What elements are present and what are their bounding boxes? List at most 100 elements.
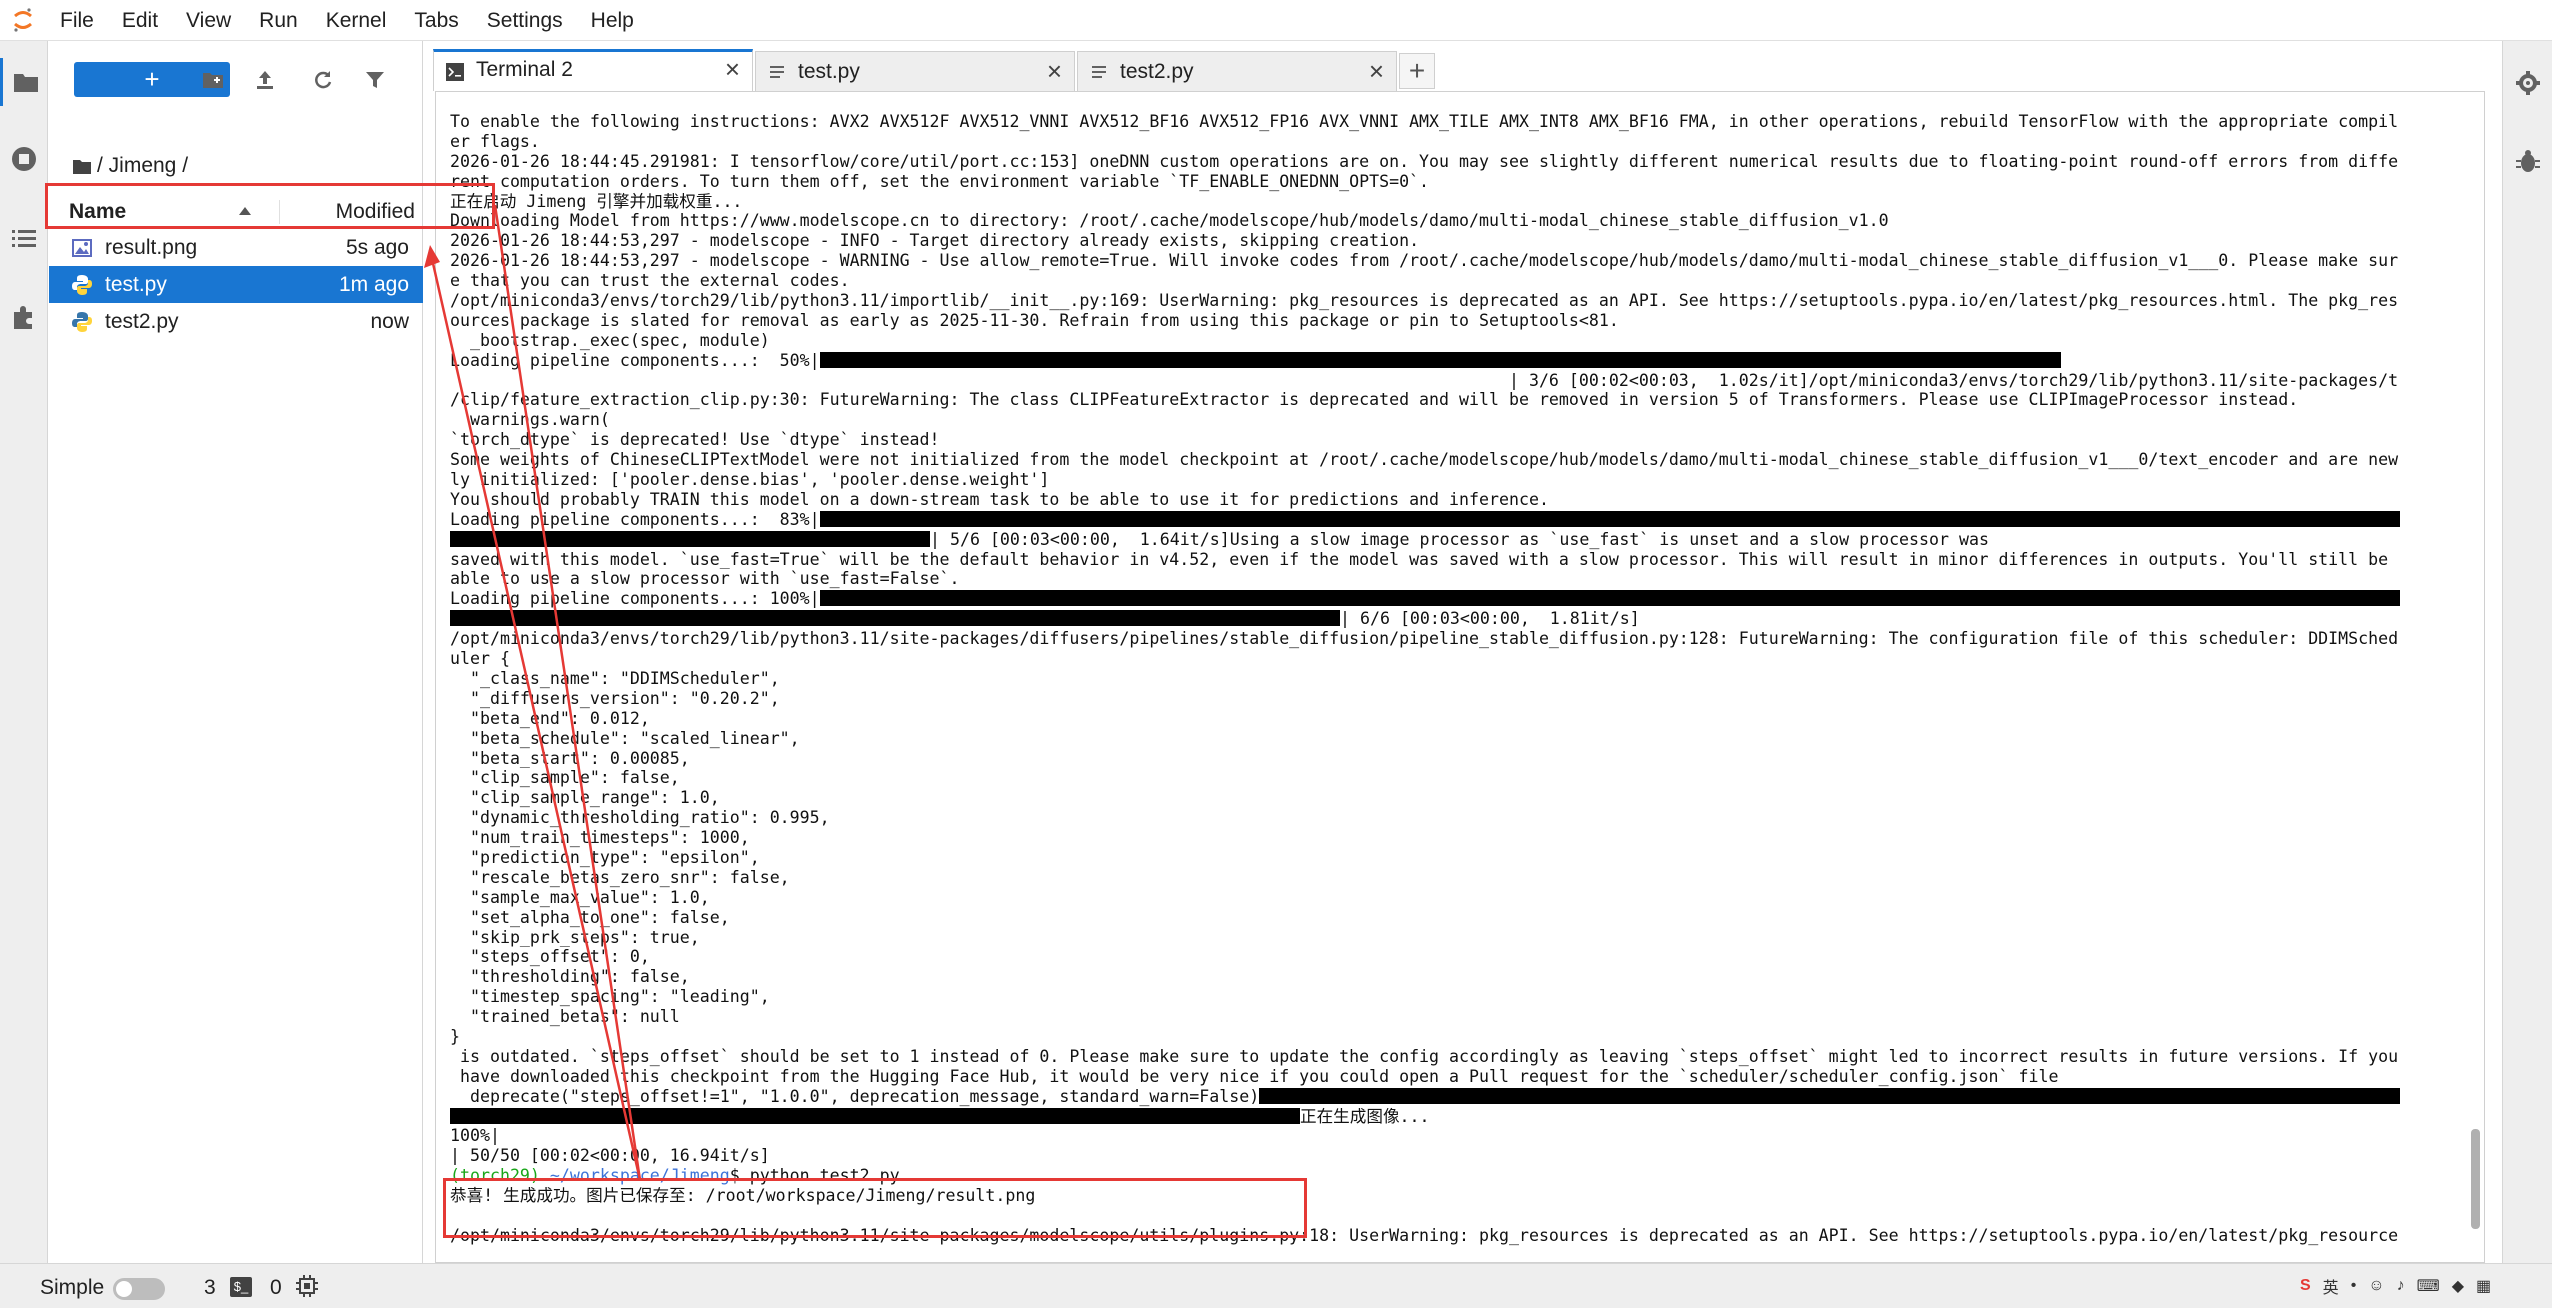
- terminal-text: "clip_sample": false,: [450, 768, 680, 788]
- terminal-line: | 3/6 [00:02<00:03, 1.02s/it]/opt/minico…: [450, 371, 2400, 391]
- terminal-text: `torch_dtype` is deprecated! Use `dtype`…: [450, 430, 940, 450]
- terminal-text: _bootstrap._exec(spec, module): [450, 330, 770, 350]
- terminal-text: ources package is slated for removal as …: [450, 310, 1619, 330]
- jupyter-logo-icon[interactable]: [0, 0, 46, 41]
- terminal-line: /opt/miniconda3/envs/torch29/lib/python3…: [450, 629, 2400, 649]
- microphone-icon[interactable]: ♪: [2397, 1277, 2405, 1295]
- terminal-text: "thresholding": false,: [450, 967, 690, 987]
- breadcrumb-folder-icon[interactable]: [73, 159, 91, 174]
- terminal-text: "num_train_timesteps": 1000,: [450, 828, 750, 848]
- terminal-count[interactable]: 3: [204, 1276, 216, 1300]
- add-tab-button[interactable]: +: [1399, 53, 1435, 89]
- skin-icon[interactable]: ◆: [2452, 1276, 2464, 1296]
- file-row-test-py[interactable]: test.py 1m ago: [49, 266, 423, 303]
- file-row-test2-py[interactable]: test2.py now: [49, 303, 423, 340]
- terminal-text: You should probably TRAIN this model on …: [450, 489, 1549, 509]
- terminal-line: uler {: [450, 649, 2400, 669]
- terminal-line: You should probably TRAIN this model on …: [450, 490, 2400, 510]
- terminal-text: /opt/miniconda3/envs/torch29/lib/python3…: [450, 291, 2399, 311]
- kernel-status-icon[interactable]: [296, 1275, 318, 1303]
- terminal-text: To enable the following instructions: AV…: [450, 112, 2399, 131]
- terminal-text: Loading pipeline components...: 50%|: [450, 350, 820, 370]
- close-tab-icon[interactable]: ×: [1369, 56, 1384, 87]
- terminal-output: To enable the following instructions: AV…: [450, 112, 2400, 1246]
- kernel-count[interactable]: 0: [270, 1276, 282, 1300]
- file-row-result-png[interactable]: result.png 5s ago: [49, 229, 423, 266]
- terminal-line: "thresholding": false,: [450, 967, 2400, 987]
- terminal-text: Loading pipeline components...: 100%|: [450, 589, 820, 609]
- running-sessions-icon[interactable]: [0, 135, 48, 183]
- tab-test-py[interactable]: test.py ×: [755, 51, 1075, 91]
- terminal-text: "beta_start": 0.00085,: [450, 748, 690, 768]
- punctuation-icon[interactable]: •: [2351, 1277, 2357, 1295]
- python-icon: [72, 312, 92, 332]
- terminal-line: "_class_name": "DDIMScheduler",: [450, 669, 2400, 689]
- terminal-text: }: [450, 1026, 460, 1046]
- file-modified: 5s ago: [345, 236, 409, 259]
- table-of-contents-icon[interactable]: [0, 214, 48, 262]
- terminal-text: "skip_prk_steps": true,: [450, 927, 700, 947]
- extensions-puzzle-icon[interactable]: [0, 293, 48, 341]
- terminal-text: uler {: [450, 649, 510, 669]
- left-sidebar-rail: [0, 41, 48, 1263]
- soft-keyboard-icon[interactable]: ⌨: [2417, 1276, 2440, 1296]
- terminal-line: "beta_start": 0.00085,: [450, 749, 2400, 769]
- tab-terminal-2[interactable]: Terminal 2 ×: [433, 49, 753, 91]
- new-folder-icon[interactable]: [193, 62, 233, 98]
- simple-mode-toggle[interactable]: [113, 1278, 165, 1300]
- terminal-line: er flags.: [450, 132, 2400, 152]
- terminal-scrollbar[interactable]: [2470, 94, 2482, 1260]
- folder-icon[interactable]: [0, 58, 48, 106]
- emoji-icon[interactable]: ☺: [2368, 1277, 2384, 1295]
- menu-kernel[interactable]: Kernel: [312, 0, 401, 41]
- upload-icon[interactable]: [245, 62, 285, 98]
- settings-grid-icon[interactable]: ▦: [2476, 1276, 2491, 1296]
- menu-tabs[interactable]: Tabs: [400, 0, 472, 41]
- terminal-text: "_diffusers_version": "0.20.2",: [450, 688, 780, 708]
- terminal-line: 2026-01-26 18:44:53,297 - modelscope - W…: [450, 251, 2400, 271]
- property-inspector-gear-icon[interactable]: [2504, 59, 2552, 107]
- progress-bar-fill: [819, 590, 2400, 607]
- tab-test2-py[interactable]: test2.py ×: [1077, 51, 1397, 91]
- menu-run[interactable]: Run: [245, 0, 312, 41]
- terminal-line: 2026-01-26 18:44:45.291981: I tensorflow…: [450, 152, 2400, 172]
- debugger-bug-icon[interactable]: [2504, 137, 2552, 185]
- terminal-line: "beta_schedule": "scaled_linear",: [450, 729, 2400, 749]
- terminal-line: "_diffusers_version": "0.20.2",: [450, 689, 2400, 709]
- file-name: test.py: [105, 273, 167, 296]
- terminal-text: have downloaded this checkpoint from the…: [450, 1066, 2059, 1086]
- progress-bar-fill: [450, 610, 1340, 627]
- terminal-line: e that you can trust the external codes.: [450, 271, 2400, 291]
- terminal-status-icon[interactable]: $_: [230, 1277, 252, 1297]
- file-modified: now: [370, 310, 409, 333]
- terminal-panel[interactable]: To enable the following instructions: AV…: [435, 91, 2485, 1263]
- breadcrumb-path[interactable]: / Jimeng /: [97, 154, 188, 178]
- terminal-line: Loading pipeline components...: 100%|: [450, 589, 2400, 609]
- terminal-line: 100%|: [450, 1126, 2400, 1146]
- sogou-ime-icon[interactable]: S: [2300, 1277, 2311, 1295]
- terminal-line: Loading pipeline components...: 83%|: [450, 510, 2400, 530]
- progress-bar-fill: [1259, 1087, 2400, 1104]
- terminal-line: `torch_dtype` is deprecated! Use `dtype`…: [450, 430, 2400, 450]
- scrollbar-thumb[interactable]: [2471, 1129, 2480, 1229]
- terminal-text: | 6/6 [00:03<00:00, 1.81it/s]: [1340, 609, 1640, 629]
- menu-settings[interactable]: Settings: [473, 0, 577, 41]
- filter-icon[interactable]: [355, 62, 395, 98]
- ime-language-label[interactable]: 英: [2323, 1274, 2339, 1298]
- terminal-line: _bootstrap._exec(spec, module): [450, 331, 2400, 351]
- menu-file[interactable]: File: [46, 0, 108, 41]
- file-name: result.png: [105, 236, 198, 259]
- menu-help[interactable]: Help: [577, 0, 648, 41]
- menu-edit[interactable]: Edit: [108, 0, 172, 41]
- file-name: test2.py: [105, 310, 179, 333]
- close-tab-icon[interactable]: ×: [725, 54, 740, 85]
- terminal-text: "trained_betas": null: [450, 1007, 680, 1027]
- terminal-text: er flags.: [450, 131, 540, 151]
- file-modified: 1m ago: [338, 273, 409, 296]
- terminal-text: /clip/feature_extraction_clip.py:30: Fut…: [450, 390, 2299, 410]
- menu-view[interactable]: View: [172, 0, 245, 41]
- terminal-text: e that you can trust the external codes.: [450, 271, 850, 291]
- close-tab-icon[interactable]: ×: [1047, 56, 1062, 87]
- refresh-icon[interactable]: [303, 62, 343, 98]
- terminal-text: rent computation orders. To turn them of…: [450, 171, 1430, 191]
